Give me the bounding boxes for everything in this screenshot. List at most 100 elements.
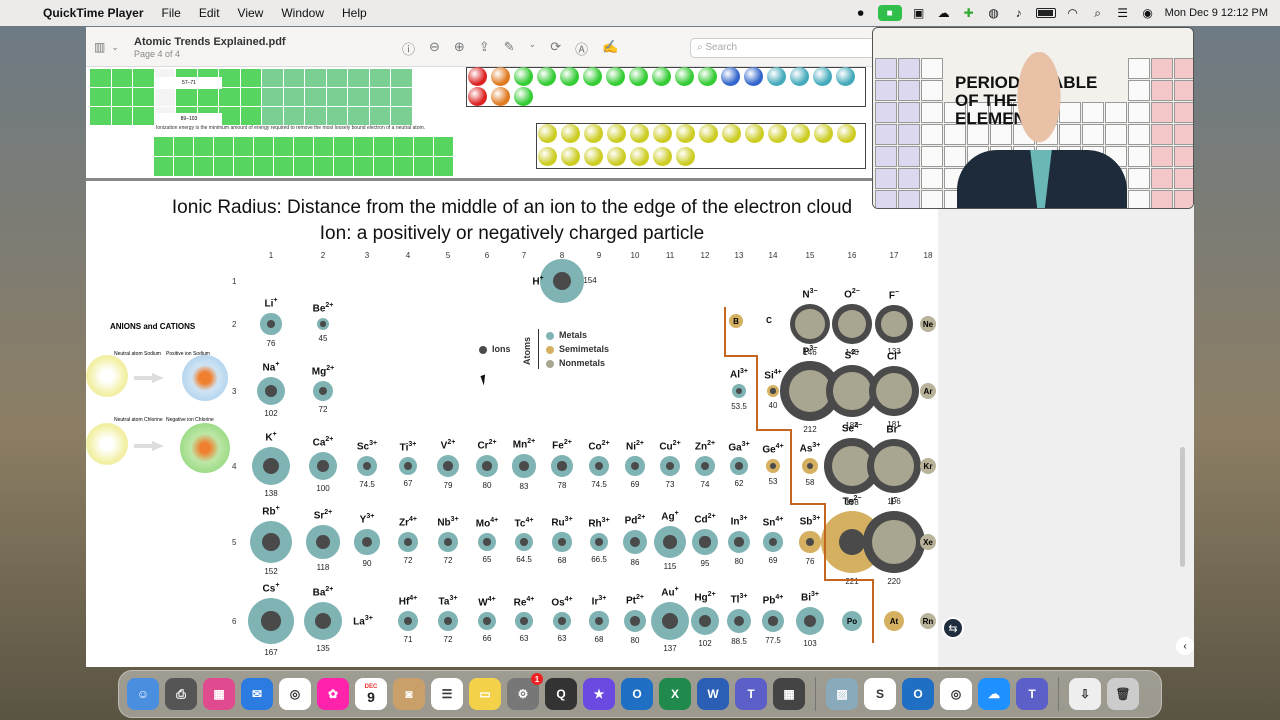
markup-pen-icon[interactable]: ✎ [504, 39, 515, 58]
element-ball [630, 147, 649, 166]
control-center-icon[interactable]: ☰ [1115, 6, 1131, 20]
dock-onedrive-icon[interactable]: ☁ [978, 678, 1010, 710]
element-ball [722, 124, 741, 143]
ion-symbol: Cl− [886, 349, 902, 362]
mini-f-cell [254, 137, 273, 156]
element-ball [607, 147, 626, 166]
dock-reminders-icon[interactable]: ☰ [431, 678, 463, 710]
scrollbar[interactable] [1180, 447, 1185, 567]
ion-au [650, 601, 690, 641]
rotate-icon[interactable]: ⟳ [550, 39, 561, 58]
mini-cell [219, 88, 240, 106]
element-po: Po [842, 611, 862, 631]
ion-symbol: Co2+ [588, 439, 610, 452]
poster-cell [1151, 102, 1173, 123]
record-stop-icon[interactable]: ⏺ [853, 6, 869, 20]
ion-ir [589, 611, 609, 631]
ion-symbol: Rh3+ [588, 516, 610, 530]
poster-cell [875, 102, 897, 123]
dock-excel-icon[interactable]: X [659, 678, 691, 710]
menu-app-name[interactable]: QuickTime Player [34, 6, 153, 20]
floating-action-icon[interactable]: ⇆ [942, 617, 964, 639]
dock-teams-icon[interactable]: T [735, 678, 767, 710]
ion-w [477, 611, 497, 631]
dock-notes-icon[interactable]: ▭ [469, 678, 501, 710]
spotlight-search-icon[interactable]: ⌕ [1090, 6, 1106, 20]
legend-nonmetals: Nonmetals [546, 358, 605, 368]
ionic-radius-value: 115 [663, 562, 677, 572]
menu-help[interactable]: Help [333, 6, 376, 20]
screenshot-icon[interactable]: ▣ [911, 6, 927, 20]
dock-school-district-of-lancaster-icon[interactable]: S [864, 678, 896, 710]
ionic-radius-value: 67 [403, 479, 413, 489]
mini-f-cell [234, 137, 253, 156]
dock-mail-icon[interactable]: ✉ [241, 678, 273, 710]
highlight-icon[interactable]: Ⓐ [575, 39, 588, 58]
siri-icon[interactable]: ◉ [1140, 6, 1156, 20]
music-icon[interactable]: ♪ [1011, 6, 1027, 20]
poster-cell [875, 190, 897, 208]
sidebar-toggle-icon[interactable]: ▥ [94, 40, 105, 54]
ionic-radius-value: 74.5 [359, 480, 375, 490]
search-input[interactable]: ⌕ Search [690, 38, 876, 58]
ion-symbol: W4+ [478, 595, 496, 609]
ion-symbol: Fe2+ [552, 439, 572, 452]
page-indicator: Page 4 of 4 [134, 49, 181, 59]
dock-contacts-icon[interactable]: ◙ [393, 678, 425, 710]
dock-calculator-icon[interactable]: ▦ [773, 678, 805, 710]
dock-teams-icon[interactable]: T [1016, 678, 1048, 710]
dock-chrome-icon[interactable]: ◎ [279, 678, 311, 710]
menu-file[interactable]: File [153, 6, 190, 20]
dock-printer-icon[interactable]: ⎙ [165, 678, 197, 710]
battery-icon[interactable] [1035, 8, 1056, 18]
element-ball [653, 147, 672, 166]
poster-cell [921, 58, 943, 79]
ion-hf [398, 611, 418, 631]
ion-symbol: Cs+ [262, 581, 280, 594]
ion-tl [726, 608, 752, 634]
dock-calendar-icon[interactable]: DEC 9 [355, 678, 387, 710]
menu-edit[interactable]: Edit [190, 6, 229, 20]
vpn-icon[interactable]: ◍ [986, 6, 1002, 20]
period-number: 2 [232, 320, 237, 329]
info-icon[interactable]: ⓘ [402, 39, 415, 58]
dock-finder-icon[interactable]: ☺ [127, 678, 159, 710]
dock-quicktime-icon[interactable]: Q [545, 678, 577, 710]
facetime-camera-icon[interactable]: ■ [877, 5, 902, 21]
dock-imovie-icon[interactable]: ★ [583, 678, 615, 710]
menu-view[interactable]: View [229, 6, 273, 20]
search-placeholder: Search [705, 42, 738, 53]
dock-outlook-icon[interactable]: O [902, 678, 934, 710]
poster-cell [1128, 58, 1150, 79]
mini-periodic-table [90, 69, 412, 125]
dock-trash-icon[interactable]: 🗑 [1107, 678, 1139, 710]
menu-clock[interactable]: Mon Dec 9 12:12 PM [1165, 7, 1268, 19]
dock-outlook-icon[interactable]: O [621, 678, 653, 710]
wifi-icon[interactable]: ◠ [1065, 6, 1081, 20]
menu-window[interactable]: Window [272, 6, 333, 20]
dock-word-icon[interactable]: W [697, 678, 729, 710]
ionic-radius-value: 69 [630, 479, 640, 489]
share-icon[interactable]: ⇪ [479, 39, 490, 58]
dock-preview-icon[interactable]: ▨ [826, 678, 858, 710]
zoom-out-icon[interactable]: ⊖ [429, 39, 440, 58]
signature-icon[interactable]: ✍ [602, 39, 618, 58]
dock-chrome-icon[interactable]: ◎ [940, 678, 972, 710]
ion-f [875, 305, 913, 343]
element-ball [491, 67, 510, 86]
dock-system-settings-icon[interactable]: ⚙ 1 [507, 673, 543, 710]
dock-downloads-icon[interactable]: ⇩ [1069, 678, 1101, 710]
group-number: 14 [768, 251, 778, 260]
element-ball [721, 67, 740, 86]
ion-ru [552, 532, 572, 552]
noble-gas-ne: Ne [920, 316, 936, 332]
extension-icon[interactable]: ✚ [961, 6, 977, 20]
mini-cell [90, 69, 111, 87]
dock-photos-icon[interactable]: ✿ [317, 678, 349, 710]
dock-launchpad-icon[interactable]: ▦ [203, 678, 235, 710]
chevron-down-icon[interactable]: ⌄ [111, 42, 119, 54]
chevron-down-icon[interactable]: ⌄ [529, 39, 537, 58]
cloud-icon[interactable]: ☁ [936, 6, 952, 20]
zoom-in-icon[interactable]: ⊕ [454, 39, 465, 58]
chevron-left-icon[interactable]: ‹ [1176, 637, 1194, 655]
